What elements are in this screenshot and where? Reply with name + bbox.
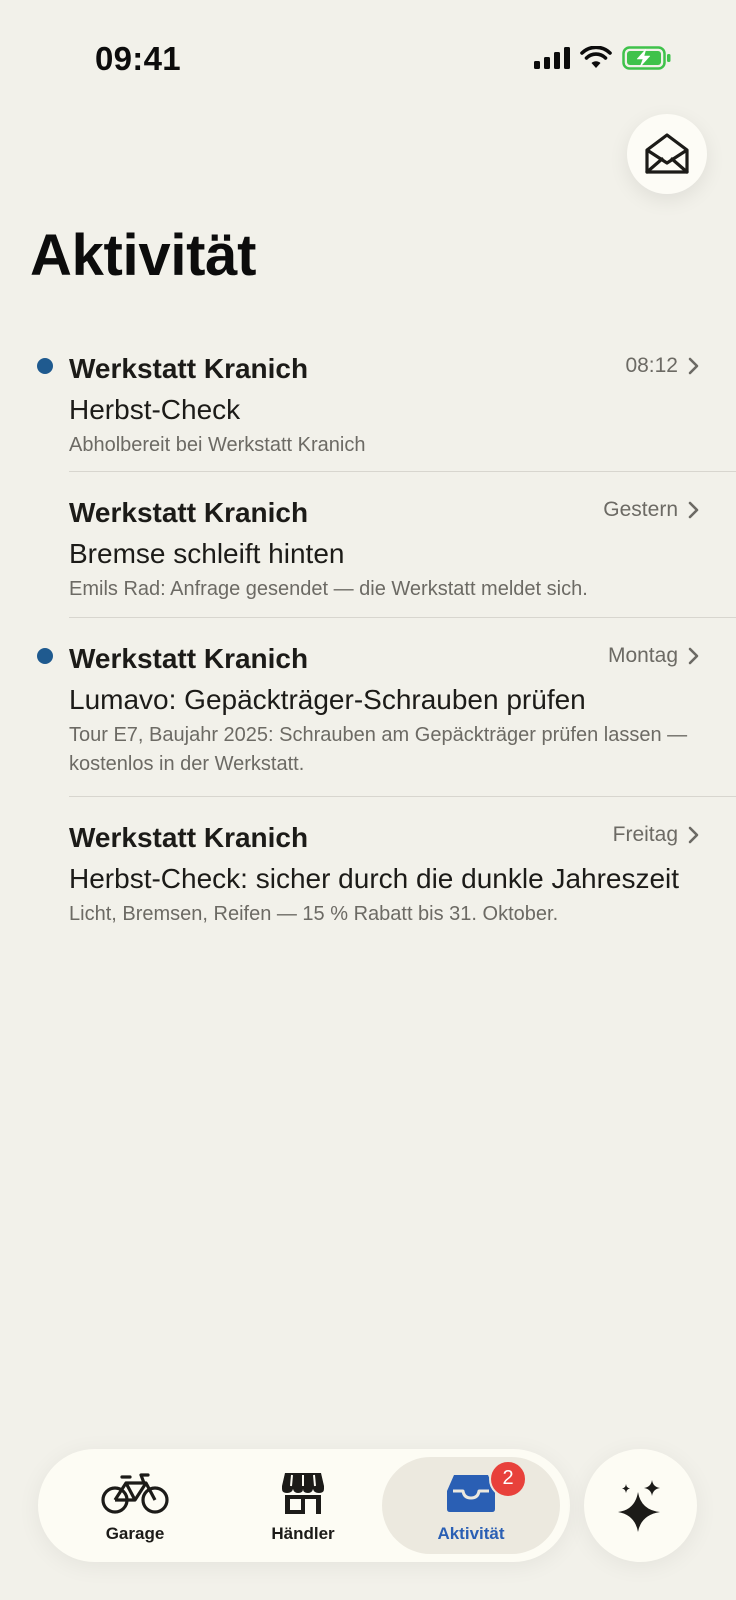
unread-dot bbox=[37, 648, 53, 664]
sparkle-icon bbox=[617, 1479, 660, 1532]
activity-meta: Gestern bbox=[603, 498, 700, 522]
notification-badge: 2 bbox=[489, 1459, 527, 1498]
activity-sender: Werkstatt Kranich bbox=[69, 822, 309, 853]
activity-preview: Emils Rad: Anfrage gesendet — die Werkst… bbox=[69, 578, 588, 600]
activity-time: 08:12 bbox=[625, 354, 678, 377]
activity-time: Gestern bbox=[603, 498, 678, 521]
activity-sender: Werkstatt Kranich bbox=[69, 353, 309, 384]
activity-subject: Bremse schleift hinten bbox=[69, 538, 345, 569]
activity-list: Werkstatt Kranich 08:12 Herbst-Check Abh… bbox=[0, 348, 736, 929]
tab-label: Aktivität bbox=[437, 1523, 505, 1543]
mail-button[interactable] bbox=[627, 114, 707, 194]
wifi-icon bbox=[580, 46, 612, 68]
tab-garage[interactable]: Garage bbox=[46, 1457, 224, 1554]
status-icons bbox=[534, 46, 672, 70]
chevron-right-icon bbox=[688, 357, 699, 375]
assistant-button[interactable] bbox=[584, 1449, 697, 1562]
activity-item[interactable]: Werkstatt Kranich 08:12 Herbst-Check Abh… bbox=[0, 348, 736, 456]
activity-meta: Montag bbox=[608, 644, 700, 668]
chevron-right-icon bbox=[688, 501, 699, 519]
activity-subject: Lumavo: Gepäckträger-Schrauben prüfen bbox=[69, 684, 586, 715]
page-title: Aktivität bbox=[30, 223, 257, 288]
battery-charging-icon bbox=[622, 46, 671, 70]
activity-item[interactable]: Werkstatt Kranich Gestern Bremse schleif… bbox=[0, 472, 736, 600]
activity-sender: Werkstatt Kranich bbox=[69, 497, 309, 528]
activity-subject: Herbst-Check bbox=[69, 394, 241, 425]
tab-aktivitaet[interactable]: 2 Aktivität bbox=[382, 1457, 560, 1554]
unread-dot bbox=[37, 358, 53, 374]
activity-meta: Freitag bbox=[613, 823, 700, 847]
activity-preview: Tour E7, Baujahr 2025: Schrauben am Gepä… bbox=[69, 724, 688, 775]
activity-preview: Abholbereit bei Werkstatt Kranich bbox=[69, 434, 366, 456]
activity-time: Freitag bbox=[612, 823, 678, 846]
tab-haendler[interactable]: Händler bbox=[214, 1457, 392, 1554]
activity-time: Montag bbox=[607, 644, 678, 667]
activity-item[interactable]: Werkstatt Kranich Freitag Herbst-Check: … bbox=[0, 797, 736, 929]
chevron-right-icon bbox=[688, 647, 699, 665]
activity-subject: Herbst-Check: sicher durch die dunkle Ja… bbox=[69, 863, 680, 894]
activity-meta: 08:12 bbox=[625, 354, 700, 378]
envelope-open-icon bbox=[645, 133, 689, 174]
signal-icon bbox=[534, 47, 570, 69]
chevron-right-icon bbox=[688, 826, 699, 844]
activity-sender: Werkstatt Kranich bbox=[69, 643, 309, 674]
tab-label: Garage bbox=[105, 1523, 165, 1543]
activity-item[interactable]: Werkstatt Kranich Montag Lumavo: Gepäckt… bbox=[0, 618, 736, 778]
activity-preview: Licht, Bremsen, Reifen — 15 % Rabatt bis… bbox=[69, 903, 559, 925]
tab-bar: Garage Händler 2 Aktivität bbox=[38, 1449, 570, 1562]
status-time: 09:41 bbox=[95, 40, 181, 77]
store-icon bbox=[282, 1472, 324, 1514]
bicycle-icon bbox=[101, 1472, 169, 1514]
tab-label: Händler bbox=[271, 1523, 335, 1543]
